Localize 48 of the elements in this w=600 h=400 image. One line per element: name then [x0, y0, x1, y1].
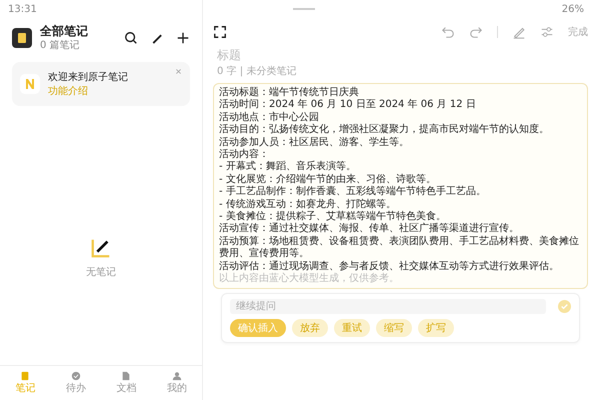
check-circle-icon: [70, 371, 81, 381]
text-line: - 文化展览：介绍端午节的由来、习俗、诗歌等。: [219, 174, 437, 186]
disclaimer-text: 以上内容由蓝心大模型生成，仅供参考。: [219, 273, 400, 286]
action-button[interactable]: 缩写: [376, 319, 412, 338]
text-line: 活动参加人员：社区居民、游客、学生等。: [219, 136, 410, 148]
nav-tab[interactable]: 文档: [101, 366, 152, 400]
search-icon[interactable]: [124, 31, 138, 45]
text-line: 活动评估：通过现场调查、参与者反馈、社交媒体互动等方式进行效果评估。: [219, 260, 560, 272]
action-button[interactable]: 确认插入: [230, 319, 286, 338]
note-count: 0 篇笔记: [40, 39, 81, 52]
nav-tab[interactable]: 笔记: [0, 366, 50, 400]
sidebar-title: 全部笔记: [40, 24, 89, 38]
action-button[interactable]: 放弃: [292, 319, 328, 338]
status-time: 13:31: [8, 4, 37, 14]
text-line: - 美食摊位：提供粽子、艾草糕等端午节特色美食。: [219, 211, 447, 222]
add-icon[interactable]: [176, 31, 190, 45]
nav-tab[interactable]: 待办: [50, 366, 101, 400]
text-line: - 手工艺品制作：制作香囊、五彩线等端午节特色手工艺品。: [219, 186, 487, 198]
send-icon[interactable]: [558, 300, 571, 314]
text-line: 活动内容：: [219, 149, 270, 160]
nav-tab[interactable]: 我的: [152, 366, 202, 400]
undo-icon[interactable]: [441, 25, 455, 39]
text-line: - 开幕式：舞蹈、音乐表演等。: [219, 161, 357, 174]
fullscreen-icon[interactable]: [213, 25, 227, 39]
text-line: 活动时间：2024 年 06 月 10 日至 2024 年 06 月 12 日: [219, 99, 477, 112]
action-button[interactable]: 重试: [334, 319, 370, 338]
letter-n-icon: [20, 74, 40, 94]
battery-level: 26%: [562, 4, 584, 14]
notebook-icon: [12, 28, 32, 48]
sliders-icon[interactable]: [540, 25, 554, 39]
redo-icon[interactable]: [469, 25, 483, 39]
note-icon: [20, 371, 30, 381]
person-icon: [172, 371, 182, 381]
text-line: - 传统游戏互动：如赛龙舟、打陀螺等。: [219, 198, 397, 210]
close-icon[interactable]: [175, 68, 182, 75]
empty-text: 无笔记: [86, 266, 116, 278]
text-line: 活动目的：弘扬传统文化，增强社区凝聚力，提高市民对端午节的认知度。: [219, 124, 550, 136]
text-line: 活动预算：场地租赁费、设备租赁费、表演团队费用、手工艺品材料费、美食摊位费用、宣传费用等。: [219, 236, 580, 260]
done-button[interactable]: 完成: [568, 25, 588, 39]
document-icon: [121, 371, 132, 381]
action-button[interactable]: 扩写: [418, 319, 454, 338]
banner-title: 欢迎来到原子笔记: [48, 70, 128, 84]
ask-field[interactable]: 继续提问: [230, 299, 546, 314]
feature-intro-link[interactable]: 功能介绍: [48, 84, 128, 98]
note-meta[interactable]: 0 字 | 未分类笔记: [213, 64, 300, 78]
text-line: 活动标题：端午节传统节日庆典: [219, 87, 360, 98]
text-line: 活动宣传：通过社交媒体、海报、传单、社区广播等渠道进行宣传。: [219, 223, 520, 236]
text-line: 活动地点：市中心公园: [219, 112, 320, 124]
